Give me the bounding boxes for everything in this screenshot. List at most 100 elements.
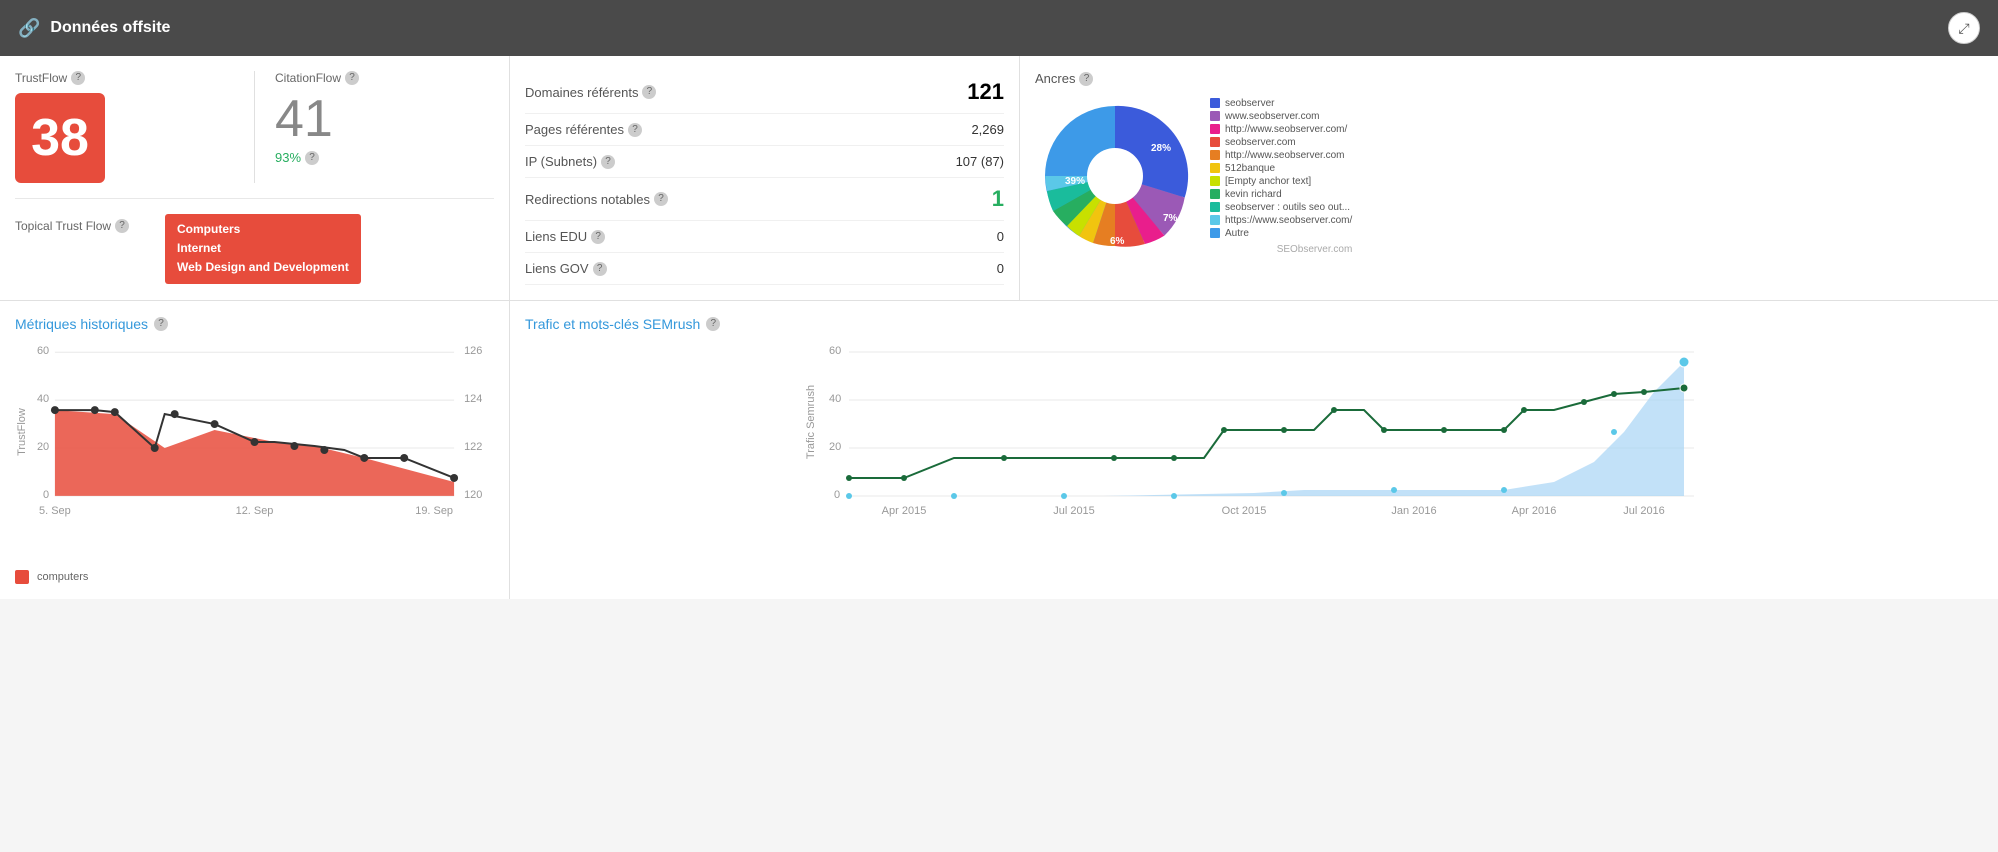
edu-label: Liens EDU ? [525,229,605,244]
stats-row-ip: IP (Subnets) ? 107 (87) [525,146,1004,178]
svg-text:Oct 2015: Oct 2015 [1222,505,1267,517]
metrics-row: TrustFlow ? 38 CitationFlow ? 41 93% ? [15,71,494,199]
semrush-svg: 60 40 20 0 Trafic Semrush [525,342,1983,562]
legend-computers-label: computers [37,571,88,583]
svg-text:60: 60 [37,345,49,357]
pie-chart-svg: 28% 39% 7% 6% [1035,96,1195,256]
middle-panel: Domaines référents ? 121 Pages référente… [510,56,1020,300]
semrush-title: Trafic et mots-clés SEMrush ? [525,316,1983,332]
legend-computers-dot [15,570,29,584]
svg-text:40: 40 [37,393,49,405]
legend-color-10 [1210,215,1220,225]
stats-row-pages: Pages référentes ? 2,269 [525,114,1004,146]
pages-value: 2,269 [971,122,1004,137]
topical-trust-row: Topical Trust Flow ? ComputersInternetWe… [15,214,494,284]
header-title-container: 🔗 Données offsite [18,18,170,39]
svg-text:126: 126 [464,345,482,357]
legend-item-11: Autre [1210,228,1352,239]
svg-text:7%: 7% [1163,213,1178,224]
legend-color-3 [1210,124,1220,134]
redirections-value: 1 [992,186,1004,212]
gov-help-icon[interactable]: ? [593,262,607,276]
percentage-help-icon[interactable]: ? [305,151,319,165]
main-top-content: TrustFlow ? 38 CitationFlow ? 41 93% ? [0,56,1998,300]
stats-row-redirections: Redirections notables ? 1 [525,178,1004,221]
svg-text:20: 20 [829,441,841,453]
domaines-help-icon[interactable]: ? [642,85,656,99]
svg-text:40: 40 [829,393,841,405]
ancres-help-icon[interactable]: ? [1079,72,1093,86]
redirections-label: Redirections notables ? [525,192,668,207]
semrush-panel: Trafic et mots-clés SEMrush ? 60 40 20 0… [510,301,1998,599]
svg-text:120: 120 [464,489,482,501]
legend-color-8 [1210,189,1220,199]
ip-help-icon[interactable]: ? [601,155,615,169]
svg-text:28%: 28% [1151,143,1171,154]
pages-help-icon[interactable]: ? [628,123,642,137]
historique-svg: 60 40 20 0 126 124 122 120 TrustFlow Ref… [15,342,494,562]
link-icon: 🔗 [18,18,40,39]
legend-item-6: 512banque [1210,163,1352,174]
legend-color-2 [1210,111,1220,121]
pages-label: Pages référentes ? [525,122,642,137]
svg-text:0: 0 [834,489,840,501]
stats-table: Domaines référents ? 121 Pages référente… [525,71,1004,285]
gov-label: Liens GOV ? [525,261,607,276]
legend-color-1 [1210,98,1220,108]
legend-item-9: seobserver : outils seo out... [1210,202,1352,213]
historique-legend: computers [15,570,494,584]
pie-legend: seobserver www.seobserver.com http://www… [1210,98,1352,255]
svg-text:TrustFlow: TrustFlow [16,408,28,456]
stats-row-gov: Liens GOV ? 0 [525,253,1004,285]
historique-chart-area: 60 40 20 0 126 124 122 120 TrustFlow Ref… [15,342,494,562]
topical-help-icon[interactable]: ? [115,219,129,233]
topical-badge: ComputersInternetWeb Design and Developm… [165,214,361,284]
legend-color-7 [1210,176,1220,186]
svg-text:0: 0 [43,489,49,501]
trust-flow-help-icon[interactable]: ? [71,71,85,85]
citation-flow-value: 41 [275,93,494,145]
edu-value: 0 [997,229,1004,244]
stats-row-domaines: Domaines référents ? 121 [525,71,1004,114]
legend-item-10: https://www.seobserver.com/ [1210,215,1352,226]
edu-help-icon[interactable]: ? [591,230,605,244]
svg-text:19. Sep: 19. Sep [415,505,453,517]
svg-text:5. Sep: 5. Sep [39,505,71,517]
legend-color-9 [1210,202,1220,212]
ancres-content: 28% 39% 7% 6% seobserver www.seobserver.… [1035,96,1983,256]
topical-trust-label: Topical Trust Flow ? [15,214,155,233]
historique-help-icon[interactable]: ? [154,317,168,331]
semrush-help-icon[interactable]: ? [706,317,720,331]
stats-row-edu: Liens EDU ? 0 [525,221,1004,253]
legend-color-11 [1210,228,1220,238]
svg-text:122: 122 [464,441,482,453]
domaines-value: 121 [967,79,1004,105]
expand-button[interactable]: ⤢ [1948,12,1980,44]
page-title: Données offsite [50,19,170,37]
citation-percentage: 93% ? [275,150,494,165]
citation-flow-help-icon[interactable]: ? [345,71,359,85]
legend-item-4: seobserver.com [1210,137,1352,148]
trust-flow-section: TrustFlow ? 38 [15,71,255,183]
historique-title: Métriques historiques ? [15,316,494,332]
svg-text:124: 124 [464,393,482,405]
svg-text:60: 60 [829,345,841,357]
svg-text:39%: 39% [1065,176,1085,187]
svg-text:Jan 2016: Jan 2016 [1391,505,1436,517]
legend-item-8: kevin richard [1210,189,1352,200]
bottom-content: Métriques historiques ? 60 40 20 0 126 1… [0,300,1998,599]
expand-icon: ⤢ [1958,20,1969,37]
redirections-help-icon[interactable]: ? [654,192,668,206]
svg-text:Trafic Semrush: Trafic Semrush [805,385,817,459]
svg-text:Jul 2015: Jul 2015 [1053,505,1095,517]
svg-text:Apr 2015: Apr 2015 [882,505,927,517]
page-header: 🔗 Données offsite ⤢ [0,0,1998,56]
svg-text:Apr 2016: Apr 2016 [1512,505,1557,517]
gov-value: 0 [997,261,1004,276]
svg-text:12. Sep: 12. Sep [236,505,274,517]
ip-label: IP (Subnets) ? [525,154,615,169]
legend-item-5: http://www.seobserver.com [1210,150,1352,161]
svg-text:Jul 2016: Jul 2016 [1623,505,1665,517]
ancres-title: Ancres ? [1035,71,1983,86]
legend-color-6 [1210,163,1220,173]
